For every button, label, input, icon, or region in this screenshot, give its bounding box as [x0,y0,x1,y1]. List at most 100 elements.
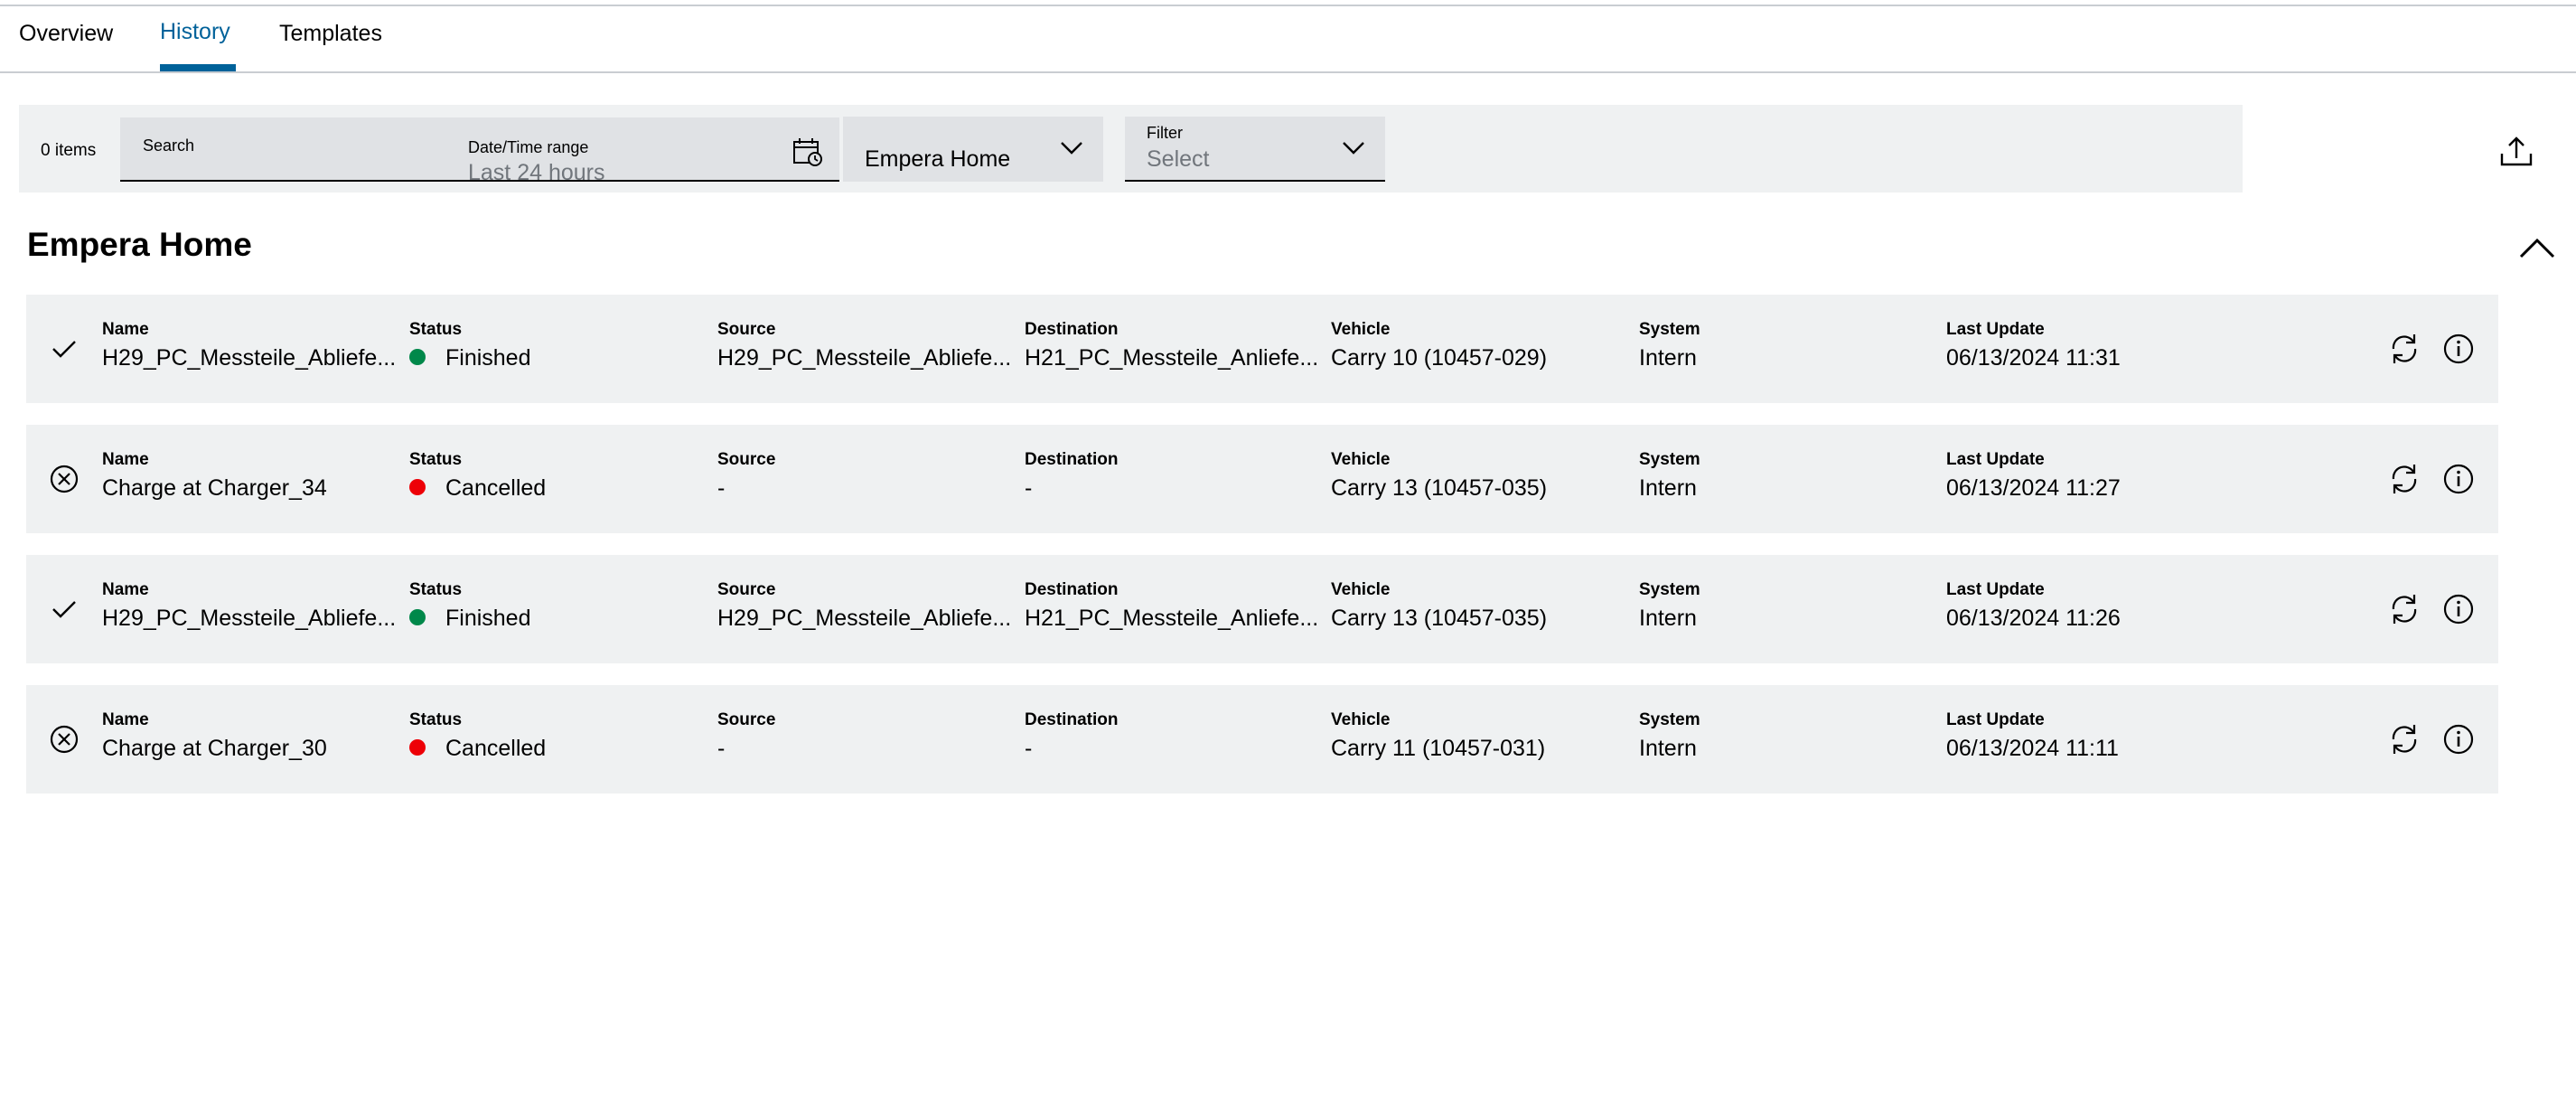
col-status: Status Cancelled [409,710,680,762]
active-tab-indicator [160,64,236,71]
column-header-name: Name [102,710,149,729]
vehicle-value: Carry 13 (10457-035) [1331,606,1548,631]
site-dropdown[interactable]: Empera Home [843,117,1103,182]
filter-label: Filter [1147,124,1183,142]
destination-value: H21_PC_Messteile_Anliefe... [1025,345,1319,371]
status-text: Cancelled [445,736,547,761]
status-value: Finished [409,345,680,371]
last-update-value: 06/13/2024 11:31 [1946,345,2121,371]
column-header-destination: Destination [1025,320,1119,339]
search-label: Search [143,136,195,155]
source-value: - [717,736,726,761]
column-header-status: Status [409,580,463,599]
info-icon[interactable] [2440,461,2477,497]
refresh-icon[interactable] [2386,721,2422,757]
vehicle-value: Carry 11 (10457-031) [1331,736,1546,761]
col-name: Name Charge at Charger_30 [102,710,400,762]
destination-value: H21_PC_Messteile_Anliefe... [1025,606,1319,631]
col-status: Status Finished [409,320,680,371]
col-destination: Destination - [1025,710,1323,762]
column-header-name: Name [102,580,149,599]
status-value: Cancelled [409,475,680,502]
col-vehicle: Vehicle Carry 13 (10457-035) [1331,450,1629,502]
status-text: Finished [445,345,531,371]
tab-templates[interactable]: Templates [279,21,382,47]
row-name: Charge at Charger_30 [102,736,327,761]
column-header-source: Source [717,580,776,599]
column-header-status: Status [409,450,463,469]
column-header-system: System [1639,320,1700,339]
destination-value: - [1025,736,1033,761]
row-name: Charge at Charger_34 [102,475,327,501]
source-value: H29_PC_Messteile_Abliefe... [717,345,1012,371]
column-header-vehicle: Vehicle [1331,450,1391,469]
tab-history[interactable]: History [160,19,230,45]
col-name: Name Charge at Charger_34 [102,450,400,502]
system-value: Intern [1639,345,1697,371]
chevron-down-icon [1061,142,1082,155]
history-row[interactable]: Name H29_PC_Messteile_Abliefe... Status Fin… [26,295,2498,403]
info-icon[interactable] [2440,331,2477,367]
items-count: 0 items [41,141,97,160]
history-row[interactable]: Name Charge at Charger_34 Status Cancelled S… [26,425,2498,533]
column-header-system: System [1639,450,1700,469]
column-header-source: Source [717,450,776,469]
col-last-update: Last Update 06/13/2024 11:11 [1946,710,2244,762]
col-last-update: Last Update 06/13/2024 11:31 [1946,320,2244,371]
col-last-update: Last Update 06/13/2024 11:27 [1946,450,2244,502]
column-header-destination: Destination [1025,580,1119,599]
chevron-down-icon [1343,142,1364,155]
status-dot-icon [409,479,426,496]
top-divider [0,0,2576,6]
col-system: System Intern [1639,580,1910,632]
col-last-update: Last Update 06/13/2024 11:26 [1946,580,2244,632]
tab-overview[interactable]: Overview [19,21,113,47]
col-vehicle: Vehicle Carry 10 (10457-029) [1331,320,1629,371]
status-dot-icon [409,349,426,366]
column-header-source: Source [717,320,776,339]
cancel-circle-icon [50,725,79,754]
filter-dropdown[interactable]: Filter Select [1125,117,1385,182]
col-source: Source H29_PC_Messteile_Abliefe... [717,580,1016,632]
section-title: Empera Home [27,226,252,263]
col-status: Status Finished [409,580,680,632]
site-dropdown-value: Empera Home [865,146,1011,172]
calendar-clock-icon[interactable] [792,136,823,167]
column-header-name: Name [102,450,149,469]
datetime-range-value[interactable]: Last 24 hours [468,160,605,186]
col-name: Name H29_PC_Messteile_Abliefe... [102,320,400,371]
column-header-last-update: Last Update [1946,450,2045,469]
col-vehicle: Vehicle Carry 11 (10457-031) [1331,710,1629,762]
destination-value: - [1025,475,1033,501]
history-row[interactable]: Name H29_PC_Messteile_Abliefe... Status Fin… [26,555,2498,663]
refresh-icon[interactable] [2386,461,2422,497]
search-datetime-field[interactable]: Search Date/Time range Last 24 hours [120,117,839,185]
column-header-system: System [1639,710,1700,729]
history-row[interactable]: Name Charge at Charger_30 Status Cancelled S… [26,685,2498,794]
col-destination: Destination H21_PC_Messteile_Anliefe... [1025,320,1323,371]
vehicle-value: Carry 13 (10457-035) [1331,475,1548,501]
column-header-system: System [1639,580,1700,599]
col-system: System Intern [1639,320,1910,371]
col-source: Source - [717,450,1016,502]
info-icon[interactable] [2440,721,2477,757]
col-system: System Intern [1639,710,1910,762]
column-header-destination: Destination [1025,450,1119,469]
source-value: H29_PC_Messteile_Abliefe... [717,606,1012,631]
refresh-icon[interactable] [2386,591,2422,627]
cancel-circle-icon [50,465,79,493]
chevron-up-icon[interactable] [2515,230,2559,266]
system-value: Intern [1639,606,1697,631]
column-header-last-update: Last Update [1946,320,2045,339]
source-value: - [717,475,726,501]
tab-bar: Overview History Templates [0,8,2576,73]
column-header-vehicle: Vehicle [1331,580,1391,599]
check-icon [52,601,76,618]
column-header-destination: Destination [1025,710,1119,729]
column-header-last-update: Last Update [1946,710,2045,729]
info-icon[interactable] [2440,591,2477,627]
col-name: Name H29_PC_Messteile_Abliefe... [102,580,400,632]
refresh-icon[interactable] [2386,331,2422,367]
system-value: Intern [1639,475,1697,501]
export-icon[interactable] [2498,134,2534,170]
